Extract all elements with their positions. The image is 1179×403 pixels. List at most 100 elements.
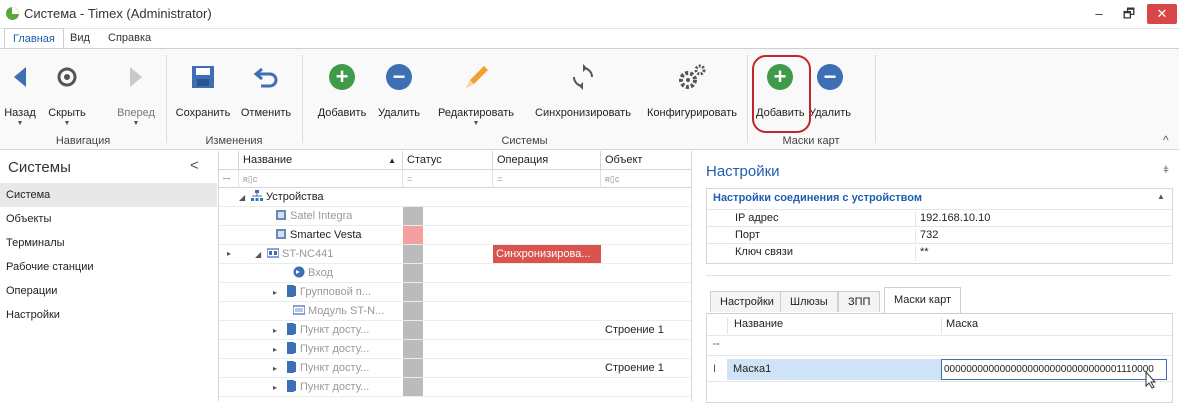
- filter-name[interactable]: ʀ▯c: [239, 170, 403, 188]
- status-indicator: [403, 264, 423, 282]
- group-separator: [875, 55, 876, 143]
- column-header-mask[interactable]: Маска: [941, 318, 1166, 334]
- table-row[interactable]: ▸ Пункт досту... Строение 1: [219, 321, 691, 340]
- name-cell[interactable]: ▸ Групповой п...: [273, 283, 403, 301]
- tab-view[interactable]: Вид: [62, 28, 98, 48]
- undo-button[interactable]: Отменить: [238, 59, 294, 119]
- property-row[interactable]: IP адрес 192.168.10.10: [707, 209, 1172, 227]
- table-row[interactable]: Вход: [219, 264, 691, 283]
- sync-button[interactable]: Синхронизировать: [528, 59, 638, 119]
- expand-toggle-icon[interactable]: ▸: [273, 322, 285, 339]
- property-value[interactable]: 732: [915, 229, 938, 244]
- table-row[interactable]: ▸ Пункт досту... Строение 1: [219, 359, 691, 378]
- close-button[interactable]: ✕: [1147, 4, 1177, 24]
- tab-settings[interactable]: Настройки: [710, 291, 784, 312]
- table-row[interactable]: ◢ Устройства: [219, 188, 691, 207]
- name-cell[interactable]: ▸ Пункт досту...: [273, 321, 403, 339]
- table-row[interactable]: ▸ Пункт досту...: [219, 340, 691, 359]
- new-row[interactable]: ꟷ: [707, 335, 1172, 356]
- filter-operation[interactable]: =: [493, 170, 601, 188]
- table-row[interactable]: ▸ Групповой п...: [219, 283, 691, 302]
- expand-toggle-icon[interactable]: ▸: [273, 284, 285, 301]
- forward-arrow-icon: [118, 59, 154, 95]
- object-cell: [605, 264, 689, 282]
- device-name: Групповой п...: [300, 286, 372, 298]
- table-row[interactable]: Satel Integra: [219, 207, 691, 226]
- device-icon: [275, 229, 290, 241]
- device-icon: [293, 266, 308, 279]
- name-cell[interactable]: ◢ ST-NC441: [255, 245, 403, 263]
- nav-item-system[interactable]: Система: [0, 183, 217, 207]
- section-collapse-icon[interactable]: ▲: [1157, 192, 1165, 201]
- collapse-panel-button[interactable]: <: [190, 157, 199, 174]
- name-cell[interactable]: ◢ Устройства: [239, 188, 403, 206]
- mask-delete-button[interactable]: − Удалить: [806, 59, 854, 119]
- name-cell[interactable]: ▸ Пункт досту...: [273, 378, 403, 396]
- add-button[interactable]: + Добавить: [312, 59, 372, 119]
- nav-item-operations[interactable]: Операции: [0, 279, 217, 303]
- panel-title: Системы: [8, 159, 71, 176]
- tab-help[interactable]: Справка: [100, 28, 159, 48]
- expand-toggle-icon[interactable]: ◢: [255, 246, 267, 263]
- device-icon: [285, 285, 300, 298]
- property-row[interactable]: Порт 732: [707, 226, 1172, 244]
- name-cell[interactable]: Smartec Vesta: [263, 226, 403, 244]
- nav-item-workstations[interactable]: Рабочие станции: [0, 255, 217, 279]
- devices-grid: Название ▲ Статус Операция Объект ꟷ ʀ▯c =…: [219, 151, 692, 401]
- configure-button[interactable]: Конфигурировать: [640, 59, 744, 119]
- name-cell[interactable]: ▸ Пункт досту...: [273, 340, 403, 358]
- minimize-button[interactable]: –: [1085, 4, 1113, 24]
- table-row[interactable]: Модуль ST-N...: [219, 302, 691, 321]
- property-value[interactable]: **: [915, 246, 929, 261]
- column-header-object[interactable]: Объект: [601, 151, 691, 170]
- table-row[interactable]: ▸ Пункт досту...: [219, 378, 691, 397]
- name-cell[interactable]: ▸ Пункт досту...: [273, 359, 403, 377]
- restore-button[interactable]: 🗗: [1115, 4, 1143, 24]
- name-cell[interactable]: Satel Integra: [263, 207, 403, 225]
- device-icon: [293, 305, 308, 317]
- column-header-status[interactable]: Статус: [403, 151, 493, 170]
- name-cell[interactable]: Вход: [281, 264, 403, 282]
- save-button[interactable]: Сохранить: [172, 59, 234, 119]
- status-indicator: [403, 207, 423, 225]
- nav-item-objects[interactable]: Объекты: [0, 207, 217, 231]
- mask-name-cell[interactable]: Маска1: [727, 359, 941, 380]
- divider: [706, 275, 1171, 276]
- expand-toggle-icon[interactable]: ▸: [273, 341, 285, 358]
- expand-toggle-icon[interactable]: ▸: [273, 379, 285, 396]
- forward-button[interactable]: Вперед ▼: [116, 59, 156, 127]
- mask-value-input[interactable]: 00000000000000000000000000000001110000: [941, 359, 1167, 380]
- tab-card-masks[interactable]: Маски карт: [884, 287, 962, 314]
- expand-toggle-icon[interactable]: ◢: [239, 189, 251, 206]
- column-header-name[interactable]: Название ▲: [239, 151, 403, 170]
- tab-zpp[interactable]: ЗПП: [838, 291, 881, 312]
- filter-status[interactable]: =: [403, 170, 493, 188]
- pin-icon[interactable]: ǂ: [1163, 165, 1169, 176]
- group-label-card-masks: Маски карт: [782, 135, 840, 147]
- table-row[interactable]: Smartec Vesta: [219, 226, 691, 245]
- object-cell: [605, 207, 689, 225]
- table-row[interactable]: ▸ ◢ ST-NC441 Синхронизирова...: [219, 245, 691, 264]
- table-row[interactable]: I Маска1 0000000000000000000000000000000…: [707, 359, 1172, 389]
- name-cell[interactable]: Модуль ST-N...: [281, 302, 403, 320]
- tab-home[interactable]: Главная: [4, 28, 64, 49]
- delete-button[interactable]: − Удалить: [374, 59, 424, 119]
- nav-item-terminals[interactable]: Терминалы: [0, 231, 217, 255]
- edit-button[interactable]: Редактировать ▼: [428, 59, 524, 127]
- nav-item-settings[interactable]: Настройки: [0, 303, 217, 327]
- title-bar: Система - Timex (Administrator) – 🗗 ✕: [0, 0, 1179, 29]
- tab-gateways[interactable]: Шлюзы: [780, 291, 838, 312]
- object-cell: Строение 1: [605, 362, 664, 374]
- column-header-mask-name[interactable]: Название: [727, 318, 942, 334]
- filter-object[interactable]: ʀ▯c: [601, 170, 691, 188]
- card-masks-table: Название Маска ꟷ I Маска1 00000000000000…: [706, 313, 1173, 403]
- column-header-operation[interactable]: Операция: [493, 151, 601, 170]
- device-icon: [285, 361, 300, 374]
- property-row[interactable]: Ключ связи **: [707, 243, 1172, 261]
- expand-toggle-icon[interactable]: ▸: [273, 360, 285, 377]
- property-value[interactable]: 192.168.10.10: [915, 212, 990, 227]
- hide-button[interactable]: Скрыть ▼: [42, 59, 92, 127]
- ribbon-collapse-button[interactable]: ^: [1163, 133, 1169, 147]
- back-button[interactable]: Назад ▼: [2, 59, 38, 127]
- device-name: Satel Integra: [290, 210, 353, 222]
